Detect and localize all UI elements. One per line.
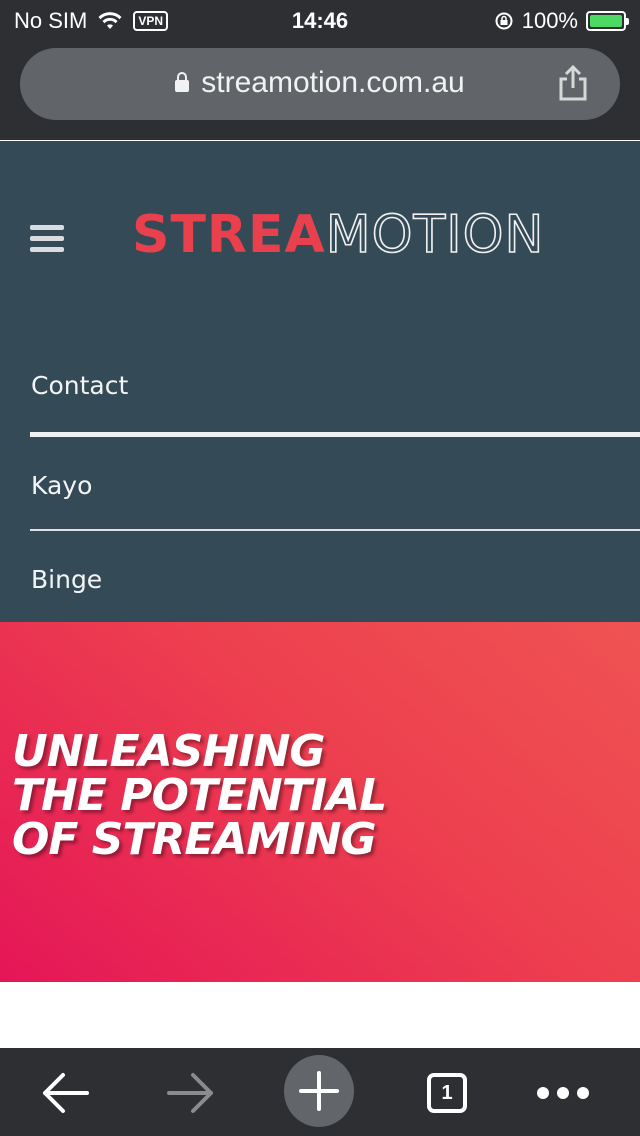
url-text: streamotion.com.au bbox=[201, 66, 465, 99]
more-button[interactable] bbox=[528, 1058, 598, 1128]
new-tab-button[interactable] bbox=[284, 1055, 354, 1127]
nav-divider bbox=[30, 529, 640, 531]
site-header: STREAMOTION Contact Kayo Binge bbox=[0, 141, 640, 622]
browser-bottom-bar: 1 bbox=[0, 1048, 640, 1136]
hero-heading: UNLEASHING THE POTENTIAL OF STREAMING bbox=[12, 730, 432, 862]
hero-line-3: OF STREAMING bbox=[12, 814, 377, 865]
hero-banner: UNLEASHING THE POTENTIAL OF STREAMING bbox=[0, 622, 640, 982]
more-icon bbox=[537, 1087, 589, 1099]
tab-count: 1 bbox=[427, 1073, 467, 1113]
forward-button[interactable] bbox=[156, 1058, 226, 1128]
browser-toolbar: streamotion.com.au bbox=[0, 40, 640, 140]
battery-percent: 100% bbox=[521, 8, 578, 33]
nav-divider-active bbox=[30, 432, 640, 437]
address-bar[interactable]: streamotion.com.au bbox=[20, 48, 620, 120]
nav-item-binge[interactable]: Binge bbox=[31, 565, 102, 594]
forward-icon bbox=[167, 1073, 213, 1113]
back-button[interactable] bbox=[30, 1058, 100, 1128]
logo-part-1: STREA bbox=[132, 205, 326, 265]
battery-charging-icon bbox=[586, 11, 629, 31]
rotation-lock-icon bbox=[495, 12, 513, 30]
streamotion-logo[interactable]: STREAMOTION bbox=[132, 204, 545, 266]
nav-item-kayo[interactable]: Kayo bbox=[31, 471, 92, 500]
new-tab-icon bbox=[299, 1071, 339, 1111]
status-bar: No SIM VPN 14:46 100% bbox=[0, 0, 640, 40]
hamburger-menu-icon[interactable] bbox=[30, 225, 64, 253]
back-icon bbox=[43, 1073, 89, 1113]
logo-part-2: MOTION bbox=[325, 204, 545, 266]
share-icon[interactable] bbox=[556, 64, 590, 102]
nav-item-contact[interactable]: Contact bbox=[31, 371, 128, 400]
tabs-button[interactable]: 1 bbox=[412, 1058, 482, 1128]
lock-icon bbox=[175, 72, 190, 92]
